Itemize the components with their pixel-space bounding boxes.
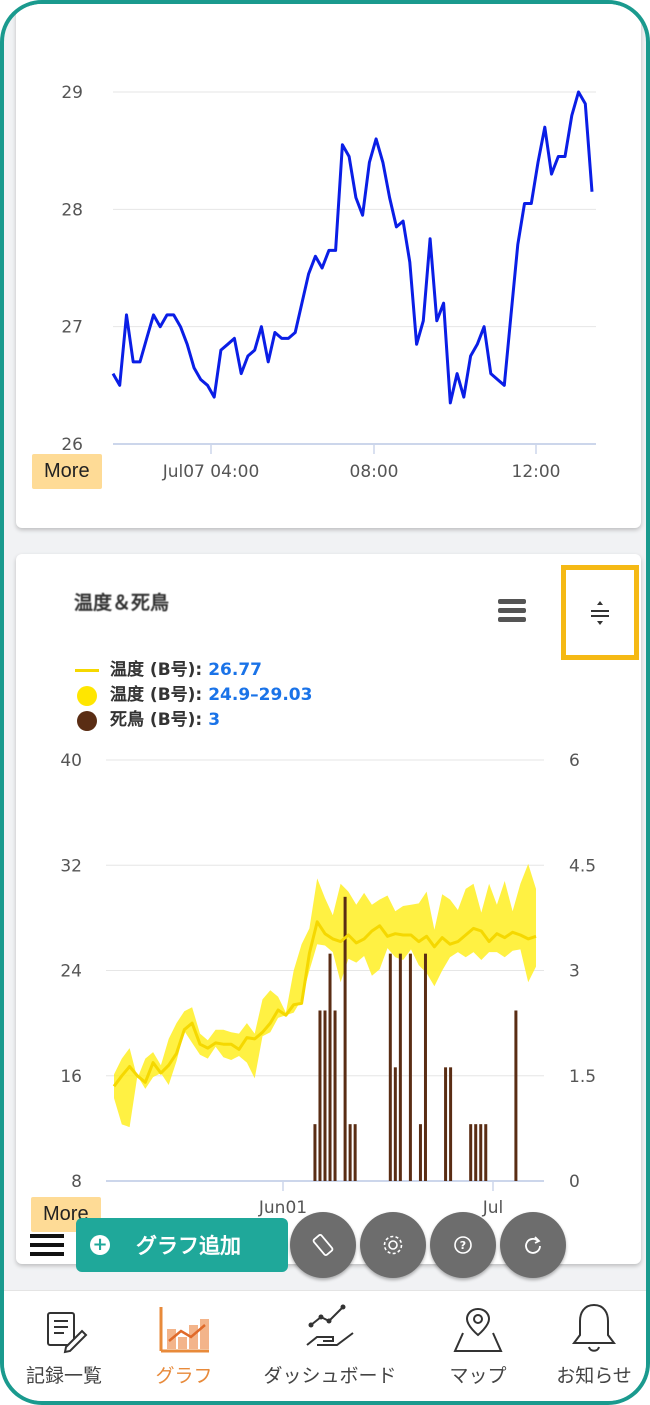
dead-bird-bar (479, 1124, 483, 1181)
dead-bird-bar (484, 1124, 488, 1181)
help-button[interactable]: ? (430, 1212, 496, 1278)
bell-icon (572, 1303, 616, 1352)
nav-item-graph[interactable]: グラフ (138, 1291, 230, 1401)
y-left-tick-label: 40 (60, 751, 82, 771)
combo-chart-2: 403224168 64.531.50 Jun01 Jul (60, 751, 596, 1218)
x-tick-label: Jul07 04:00 (162, 462, 260, 482)
plus-icon: + (90, 1235, 110, 1255)
y-tick-label: 26 (61, 435, 83, 455)
refresh-button[interactable] (500, 1212, 566, 1278)
gear-icon (383, 1235, 403, 1255)
rotate-screen-button[interactable] (290, 1212, 356, 1278)
y-tick-label: 28 (61, 200, 83, 220)
chart-card-1: 29 28 27 26 Jul07 04:00 08:00 12:00 More (16, 4, 641, 528)
y-left-tick-label: 24 (60, 962, 82, 982)
add-graph-label: グラフ追加 (136, 1234, 241, 1258)
nav-item-map[interactable]: マップ (432, 1291, 524, 1401)
nav-label: お知らせ (556, 1365, 632, 1387)
nav-label: グラフ (155, 1365, 213, 1387)
dead-bird-bar (323, 1010, 327, 1181)
bottom-navigation: 記録一覧 グラフ ダッシュボード マップ お知らせ (4, 1290, 646, 1401)
dead-bird-bar (328, 953, 332, 1181)
y-left-tick-label: 32 (60, 856, 82, 876)
nav-item-dashboard[interactable]: ダッシュボード (250, 1291, 410, 1401)
line-chart-1: 29 28 27 26 Jul07 04:00 08:00 12:00 (61, 83, 596, 482)
dead-bird-bar (423, 953, 427, 1181)
app-frame: 29 28 27 26 Jul07 04:00 08:00 12:00 More 温度＆死… (0, 0, 650, 1405)
nav-label: ダッシュボード (263, 1365, 397, 1387)
more-button[interactable]: More (32, 454, 102, 489)
y-right-tick-label: 4.5 (569, 856, 596, 876)
settings-button[interactable] (360, 1212, 426, 1278)
y-right-tick-label: 0 (569, 1172, 580, 1192)
dead-bird-bar (348, 1124, 352, 1181)
chart-card-2: 温度＆死鳥 温度 (B号): 26.77 温度 (B号): 24.9–29.03 (16, 554, 641, 1264)
dead-bird-bar (318, 1010, 322, 1181)
y-right-tick-label: 3 (569, 962, 580, 982)
x-tick-label: 12:00 (512, 462, 561, 482)
nav-item-notifications[interactable]: お知らせ (544, 1291, 644, 1401)
dead-bird-bar (333, 1010, 337, 1181)
nav-label: 記録一覧 (25, 1365, 102, 1387)
nav-label: マップ (449, 1365, 507, 1387)
dead-bird-bar (393, 1067, 397, 1181)
dashboard-hand-chart-icon (306, 1304, 354, 1346)
y-tick-label: 27 (61, 318, 83, 338)
help-icon: ? (454, 1236, 472, 1254)
y-left-tick-label: 16 (60, 1067, 82, 1087)
dead-bird-bar (398, 953, 402, 1181)
nav-item-records[interactable]: 記録一覧 (18, 1291, 110, 1401)
rotate-screen-icon (312, 1234, 334, 1256)
svg-text:?: ? (460, 1239, 466, 1252)
map-pin-icon (453, 1307, 503, 1352)
y-tick-label: 29 (61, 83, 83, 103)
dead-bird-bar (449, 1067, 453, 1181)
dead-bird-bar (418, 1124, 422, 1181)
refresh-icon (525, 1236, 541, 1254)
dead-bird-bar (353, 1124, 357, 1181)
dead-bird-bar (469, 1124, 473, 1181)
floating-toolbar: + グラフ追加 ? (16, 1198, 641, 1288)
series-line (111, 90, 594, 405)
dead-bird-bar (474, 1124, 478, 1181)
x-tick-label: 08:00 (350, 462, 399, 482)
y-left-tick-label: 8 (71, 1172, 82, 1192)
add-graph-button[interactable]: + グラフ追加 (76, 1218, 288, 1272)
y-right-tick-label: 1.5 (569, 1067, 596, 1087)
graph-icon (159, 1307, 209, 1353)
dead-bird-bar (388, 953, 392, 1181)
dead-bird-bar (514, 1010, 518, 1181)
menu-icon[interactable] (30, 1234, 64, 1261)
y-right-tick-label: 6 (569, 751, 580, 771)
dead-bird-bar (444, 1067, 448, 1181)
record-list-icon (47, 1312, 88, 1354)
dead-bird-bar (313, 1124, 317, 1181)
dead-bird-bar (408, 953, 412, 1181)
